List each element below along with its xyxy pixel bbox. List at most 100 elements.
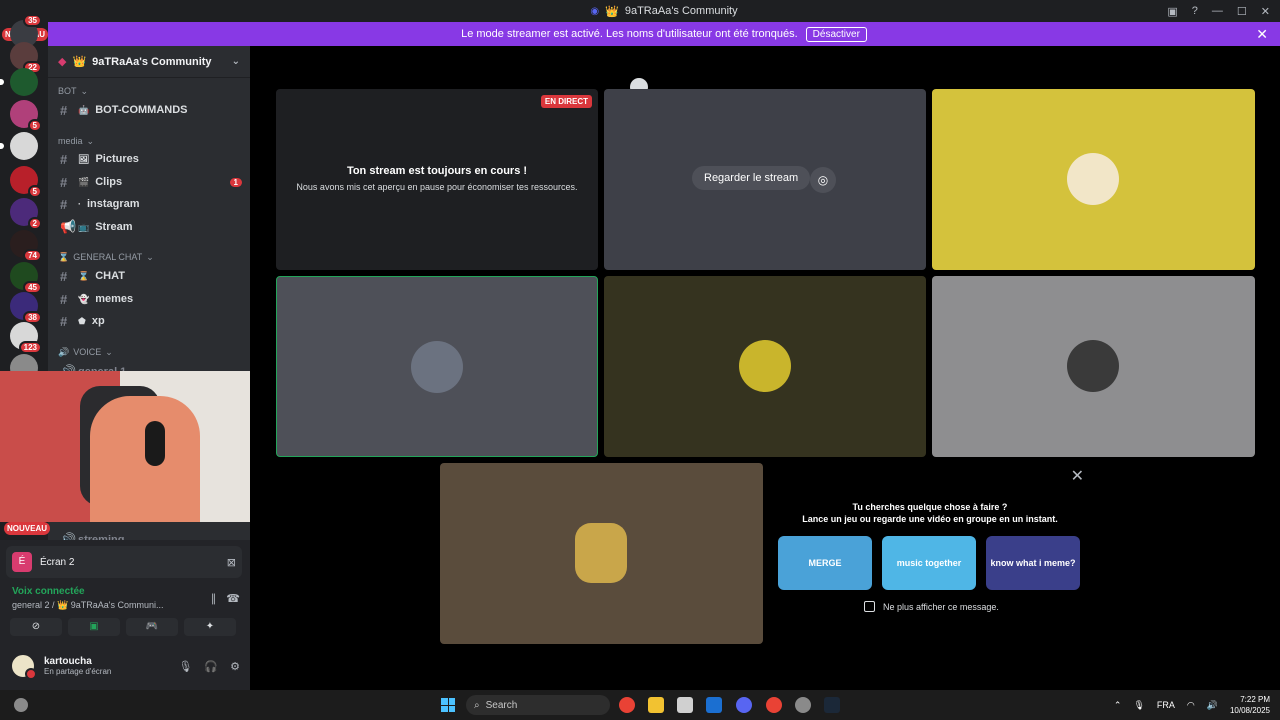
- screen-share-card[interactable]: É Écran 2 ⊠: [6, 546, 242, 578]
- hourglass-icon: ⌛: [78, 270, 90, 281]
- server-icon[interactable]: 22: [10, 42, 42, 74]
- discord-logo-icon: ◉: [590, 5, 600, 17]
- app-icon[interactable]: [795, 697, 811, 713]
- disable-streamer-mode-button[interactable]: Désactiver: [805, 26, 867, 42]
- participant-tile[interactable]: [932, 276, 1255, 457]
- close-window-button[interactable]: ✕: [1261, 5, 1270, 18]
- camera-off-button[interactable]: ⊘: [10, 618, 62, 636]
- disconnect-icon[interactable]: ☎: [226, 592, 240, 605]
- participant-tile[interactable]: [604, 276, 926, 457]
- unread-indicator: [0, 79, 4, 85]
- chevron-up-icon[interactable]: ⌃: [1114, 700, 1122, 711]
- guild-header[interactable]: ◆ 👑 9aTRaAa's Community ⌄: [48, 46, 250, 78]
- language-indicator[interactable]: FRA: [1157, 700, 1175, 710]
- mention-badge: 5: [27, 119, 42, 132]
- discord-icon[interactable]: [736, 697, 752, 713]
- settings-gear-icon[interactable]: ⚙: [230, 660, 240, 673]
- help-icon[interactable]: ?: [1192, 5, 1198, 17]
- avatar: [1067, 340, 1119, 392]
- clock-date: 10/08/2025: [1229, 706, 1270, 715]
- server-icon[interactable]: 5: [10, 166, 42, 198]
- hash-icon: #: [60, 291, 68, 307]
- store-icon[interactable]: [677, 697, 693, 713]
- minimize-button[interactable]: —: [1212, 5, 1223, 17]
- screen-share-button[interactable]: ▣: [68, 618, 120, 636]
- channel-clips[interactable]: # 🎬 Clips 1: [56, 172, 242, 192]
- close-banner-icon[interactable]: ✕: [1256, 26, 1268, 43]
- watch-stream-button[interactable]: Regarder le stream: [692, 166, 811, 190]
- avatar[interactable]: [10, 653, 37, 680]
- activity-card-merge[interactable]: MERGE: [778, 536, 872, 590]
- chevron-down-icon: ⌄: [146, 251, 154, 262]
- channel-stream[interactable]: 📢 📺 Stream: [56, 217, 242, 237]
- server-icon[interactable]: 2: [10, 198, 42, 230]
- channel-memes[interactable]: # 👻 memes: [56, 289, 242, 309]
- activity-card-know-what-i-meme[interactable]: know what i meme?: [986, 536, 1080, 590]
- server-icon[interactable]: [0, 68, 38, 96]
- own-stream-tile[interactable]: EN DIRECT Ton stream est toujours en cou…: [276, 89, 598, 270]
- volume-icon[interactable]: 🔊: [1207, 700, 1218, 711]
- paused-title: Ton stream est toujours en cours !: [346, 165, 528, 177]
- category-bot[interactable]: BOT ⌄: [48, 84, 98, 98]
- maximize-button[interactable]: ☐: [1237, 5, 1247, 18]
- outlook-icon[interactable]: [706, 697, 722, 713]
- microphone-icon[interactable]: 🎙: [178, 660, 192, 673]
- mention-badge: 74: [23, 249, 42, 262]
- headphones-icon[interactable]: 🎧: [204, 660, 218, 673]
- signal-icon[interactable]: ∥: [211, 592, 217, 605]
- channel-pictures[interactable]: # 🖼 Pictures: [56, 149, 242, 169]
- taskbar-search[interactable]: ⌕ Search: [466, 695, 610, 715]
- microphone-icon[interactable]: 🎙: [1133, 700, 1144, 711]
- screen-share-icon: É: [12, 552, 32, 572]
- live-badge: EN DIRECT: [540, 95, 592, 108]
- participant-tile[interactable]: [932, 89, 1255, 270]
- file-explorer-icon[interactable]: [648, 697, 664, 713]
- close-icon[interactable]: ⊠: [227, 556, 236, 569]
- inbox-icon[interactable]: ▣: [1167, 5, 1177, 18]
- steam-icon[interactable]: [824, 697, 840, 713]
- voice-channel-name[interactable]: general 2 / 👑 9aTRaAa's Communi...: [12, 600, 164, 611]
- chevron-down-icon: ⌄: [231, 56, 240, 67]
- channel-instagram[interactable]: # · instagram: [56, 194, 242, 214]
- server-icon[interactable]: 123: [10, 322, 42, 354]
- participant-tile-speaking[interactable]: [276, 276, 598, 457]
- server-icon[interactable]: 38: [10, 292, 42, 324]
- dont-show-label: Ne plus afficher ce message.: [883, 601, 999, 612]
- chrome-icon[interactable]: [766, 697, 782, 713]
- picture-icon: 🖼: [78, 153, 90, 164]
- soundboard-button[interactable]: ✦: [184, 618, 236, 636]
- title-bar: ◉ 👑 9aTRaAa's Community ▣ ? — ☐ ✕: [48, 0, 1280, 22]
- chrome-icon[interactable]: [619, 697, 635, 713]
- activity-card-music-together[interactable]: music together: [882, 536, 976, 590]
- search-placeholder: Search: [485, 699, 518, 711]
- start-button[interactable]: [441, 698, 455, 712]
- dont-show-again[interactable]: Ne plus afficher ce message.: [864, 601, 999, 612]
- channel-chat[interactable]: # ⌛ CHAT: [56, 266, 242, 286]
- participant-tile[interactable]: [440, 463, 763, 644]
- category-media[interactable]: media ⌄: [48, 134, 104, 148]
- dont-show-checkbox[interactable]: [864, 601, 875, 612]
- stream-preview-tile[interactable]: Regarder le stream ◎: [604, 89, 926, 270]
- clock[interactable]: 7:22 PM 10/08/2025: [1230, 694, 1270, 716]
- unread-indicator: [0, 143, 4, 149]
- user-status: En partage d'écran: [44, 667, 112, 676]
- chevron-down-icon: ⌄: [86, 135, 95, 146]
- hourglass-icon: ⌛: [58, 251, 70, 262]
- server-icon[interactable]: 45: [10, 262, 42, 294]
- widgets-icon[interactable]: [14, 698, 28, 712]
- server-icon[interactable]: 5: [10, 100, 42, 132]
- server-icon[interactable]: [0, 132, 38, 160]
- category-general-chat[interactable]: ⌛ GENERAL CHAT ⌄: [48, 250, 164, 264]
- window-title: 9aTRaAa's Community: [624, 5, 738, 17]
- activity-button[interactable]: 🎮: [126, 618, 178, 636]
- watch-icon[interactable]: ◎: [810, 167, 836, 193]
- new-badge: NOUVEAU: [4, 522, 51, 535]
- megaphone-icon: 📢: [60, 219, 77, 234]
- category-voice[interactable]: 🔊 VOICE ⌄: [48, 345, 123, 359]
- channel-bot-commands[interactable]: # 🤖 BOT-COMMANDS: [56, 100, 242, 120]
- close-icon[interactable]: ✕: [1071, 466, 1084, 486]
- wifi-icon[interactable]: ◠: [1187, 700, 1195, 711]
- server-icon[interactable]: 74: [10, 230, 42, 262]
- channel-xp[interactable]: # ⬟ xp: [56, 311, 242, 331]
- mention-badge: 5: [27, 185, 42, 198]
